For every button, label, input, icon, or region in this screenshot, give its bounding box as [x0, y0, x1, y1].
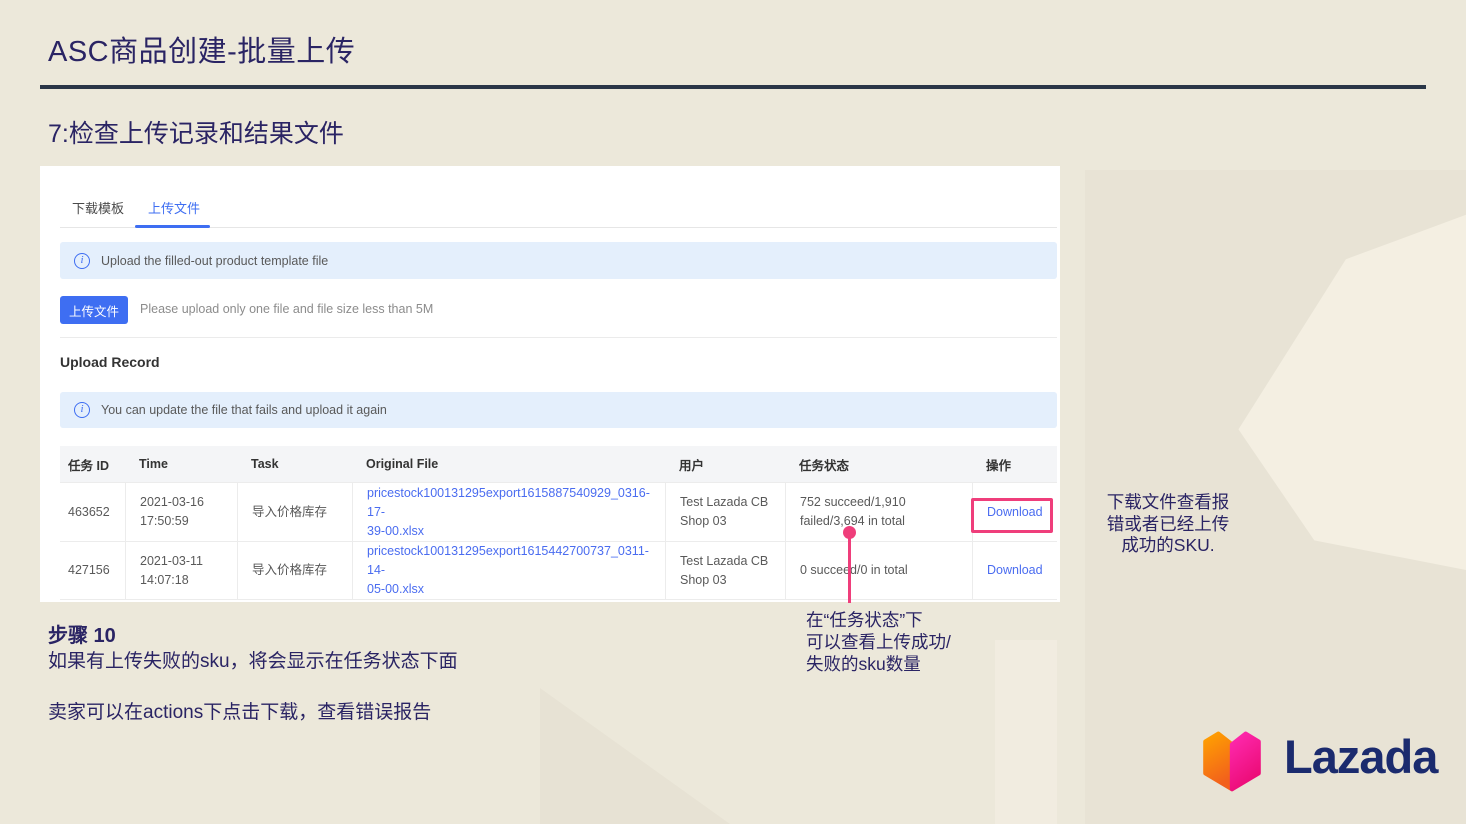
time-clock: 17:50:59	[140, 512, 237, 531]
info-banner-text: Upload the filled-out product template f…	[101, 254, 328, 268]
annotation-line: 可以查看上传成功/	[806, 631, 1046, 653]
cell-original-file: pricestock100131295export1615442700737_0…	[352, 541, 665, 600]
file-link-line2: 05-00.xlsx	[367, 582, 424, 596]
lazada-logo-text: Lazada	[1284, 729, 1437, 784]
annotation-line: 失败的sku数量	[806, 653, 1046, 675]
time-date: 2021-03-11	[140, 552, 237, 571]
annotation-line: 下载文件查看报	[1083, 492, 1253, 514]
callout-line	[848, 533, 851, 603]
lazada-logo: Lazada	[1196, 720, 1437, 792]
time-clock: 14:07:18	[140, 571, 237, 590]
slide: ASC商品创建-批量上传 7:检查上传记录和结果文件 下载模板 上传文件 i U…	[0, 0, 1466, 824]
cell-status: 752 succeed/1,910 failed/3,694 in total	[785, 482, 972, 541]
tab-upload-file[interactable]: 上传文件	[148, 198, 200, 217]
info-banner-text: You can update the file that fails and u…	[101, 403, 387, 417]
info-banner-retry: i You can update the file that fails and…	[60, 392, 1057, 428]
file-link[interactable]: pricestock100131295export1615442700737_0…	[367, 542, 665, 599]
status-line1: 0 succeed/0 in total	[800, 561, 972, 580]
info-icon: i	[74, 402, 90, 418]
annotation-line: 成功的SKU.	[1083, 535, 1253, 557]
upload-panel: 下载模板 上传文件 i Upload the filled-out produc…	[40, 166, 1060, 602]
page-title: ASC商品创建-批量上传	[48, 28, 355, 70]
cell-status: 0 succeed/0 in total	[785, 541, 972, 600]
col-header-status: 任务状态	[785, 446, 972, 482]
info-icon: i	[74, 253, 90, 269]
active-tab-indicator	[135, 225, 210, 228]
upload-record-title: Upload Record	[60, 354, 160, 370]
tab-download-template[interactable]: 下载模板	[72, 198, 124, 217]
upload-record-table: 任务 ID Time Task Original File 用户 任务状态 操作…	[60, 446, 1057, 600]
status-line2: failed/3,694 in total	[800, 512, 972, 531]
annotation-line: 在“任务状态”下	[806, 609, 1046, 631]
bg-shape-diagonal	[540, 688, 730, 824]
cell-user: Test Lazada CB Shop 03	[665, 482, 785, 541]
file-link-line1: pricestock100131295export1615442700737_0…	[367, 544, 649, 577]
cell-task: 导入价格库存	[237, 541, 352, 600]
file-link[interactable]: pricestock100131295export1615887540929_0…	[367, 484, 665, 541]
step-line1: 如果有上传失败的sku，将会显示在任务状态下面	[48, 646, 458, 673]
cell-task: 导入价格库存	[237, 482, 352, 541]
user-line1: Test Lazada CB	[680, 493, 785, 512]
annotation-task-status: 在“任务状态”下 可以查看上传成功/ 失败的sku数量	[806, 609, 1046, 675]
step-line2: 卖家可以在actions下点击下载，查看错误报告	[48, 697, 431, 724]
col-header-user: 用户	[665, 446, 785, 482]
upload-hint-text: Please upload only one file and file siz…	[140, 302, 433, 316]
col-header-task: Task	[237, 446, 352, 482]
col-header-task-id: 任务 ID	[60, 446, 125, 482]
user-line2: Shop 03	[680, 571, 785, 590]
download-link[interactable]: Download	[987, 561, 1057, 580]
file-link-line1: pricestock100131295export1615887540929_0…	[367, 486, 650, 519]
section-subtitle: 7:检查上传记录和结果文件	[48, 114, 344, 150]
title-divider	[40, 85, 1426, 89]
download-highlight-box	[971, 498, 1053, 533]
cell-original-file: pricestock100131295export1615887540929_0…	[352, 482, 665, 541]
lazada-logo-icon	[1196, 720, 1268, 792]
section-divider	[60, 337, 1057, 338]
cell-task-id: 427156	[60, 541, 125, 600]
cell-task-id: 463652	[60, 482, 125, 541]
cell-time: 2021-03-11 14:07:18	[125, 541, 237, 600]
time-date: 2021-03-16	[140, 493, 237, 512]
cell-time: 2021-03-16 17:50:59	[125, 482, 237, 541]
user-line2: Shop 03	[680, 512, 785, 531]
col-header-action: 操作	[972, 446, 1057, 482]
upload-file-button[interactable]: 上传文件	[60, 296, 128, 324]
annotation-line: 错或者已经上传	[1083, 514, 1253, 536]
col-header-time: Time	[125, 446, 237, 482]
cell-action: Download	[972, 541, 1057, 600]
col-header-original-file: Original File	[352, 446, 665, 482]
tab-bar: 下载模板 上传文件	[60, 194, 1057, 228]
file-link-line2: 39-00.xlsx	[367, 524, 424, 538]
cell-user: Test Lazada CB Shop 03	[665, 541, 785, 600]
annotation-download: 下载文件查看报 错或者已经上传 成功的SKU.	[1083, 492, 1253, 557]
status-line1: 752 succeed/1,910	[800, 493, 972, 512]
user-line1: Test Lazada CB	[680, 552, 785, 571]
info-banner-template: i Upload the filled-out product template…	[60, 242, 1057, 279]
step-heading: 步骤 10	[48, 619, 116, 648]
